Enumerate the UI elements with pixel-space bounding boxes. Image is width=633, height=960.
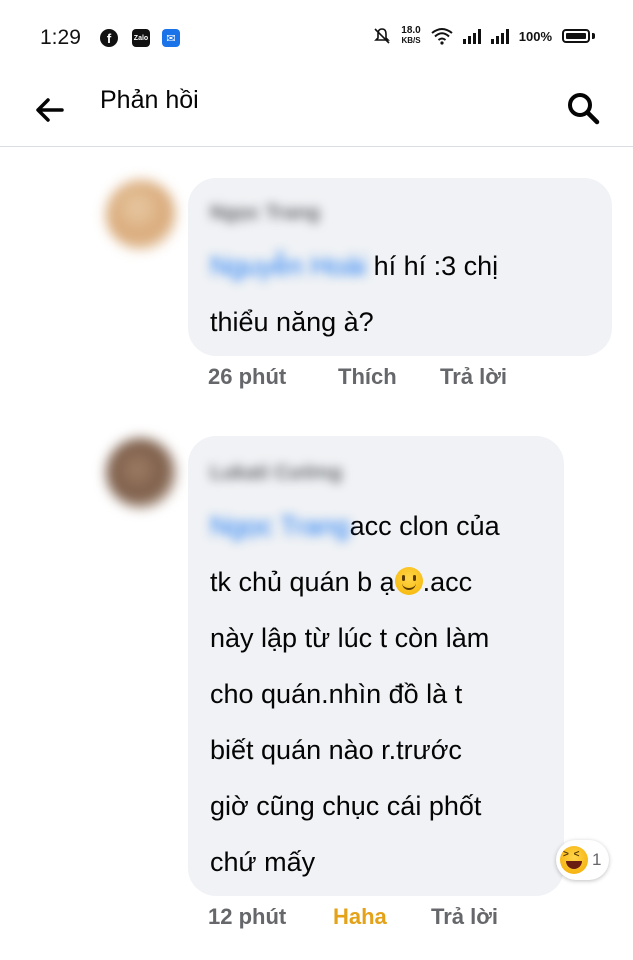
status-bar: 1:29 f Zalo ✉ 18.0 KB/S 100% (0, 0, 633, 78)
avatar[interactable] (106, 180, 176, 250)
comment-line: này lập từ lúc t còn làm (210, 623, 490, 653)
battery-icon (562, 29, 590, 43)
avatar[interactable] (106, 438, 176, 508)
status-icons: 18.0 KB/S 100% (373, 26, 595, 46)
comment-bubble: Ngọc Trang Nguyễn Hoài hí hí :3 chị thiể… (188, 178, 612, 356)
comment-text: Ngọc Trangacc clon của tk chủ quán b ạ .a… (210, 498, 542, 890)
top-app-bar: Phản hồi (0, 78, 633, 147)
mute-bell-icon (374, 28, 391, 44)
comment-line: hí hí :3 chị (373, 251, 499, 281)
battery-percent: 100% (518, 28, 552, 44)
reaction-count: 1 (592, 850, 602, 869)
mention-link[interactable]: Ngọc Trang (210, 511, 350, 541)
comment-line: giờ cũng chục cái phốt (210, 791, 482, 821)
back-arrow-icon[interactable] (34, 94, 66, 126)
comment-line: .acc (422, 567, 473, 597)
zalo-notification-icon: Zalo (132, 29, 150, 47)
comment-line: acc clon của (349, 511, 500, 541)
comment-line: tk chủ quán b ạ (210, 567, 395, 597)
reaction-summary[interactable]: 1 (556, 840, 610, 880)
search-icon[interactable] (565, 90, 601, 126)
comment-line: biết quán nào r.trước (210, 735, 462, 765)
messenger-notification-icon: ✉ (162, 29, 180, 47)
signal-icon-1 (462, 28, 481, 44)
comment-author[interactable]: Ngọc Trang (210, 202, 590, 232)
comment-bubble: Lukati Cường Ngọc Trangacc clon của tk c… (188, 436, 564, 896)
reply-button[interactable]: Trả lời (431, 904, 498, 930)
smile-emoji-icon (394, 567, 423, 595)
comment-line: thiểu năng à? (210, 307, 374, 337)
comment-text: Nguyễn Hoài hí hí :3 chị thiểu năng à? (210, 238, 590, 350)
like-button[interactable]: Thích (338, 364, 440, 390)
comment-line: cho quán.nhìn đồ là t (210, 679, 463, 709)
clock: 1:29 (40, 26, 81, 49)
haha-reaction-button[interactable]: Haha (333, 904, 431, 930)
network-speed: 18.0 KB/S (401, 25, 421, 46)
comment-author[interactable]: Lukati Cường (210, 462, 542, 492)
mention-link[interactable]: Nguyễn Hoài (210, 251, 366, 281)
comment-actions: 26 phút Thích Trả lời (208, 364, 507, 390)
comment-time: 26 phút (208, 364, 287, 389)
facebook-notification-icon: f (100, 29, 118, 47)
signal-icon-2 (490, 28, 509, 44)
comment-time: 12 phút (208, 904, 287, 929)
reply-button[interactable]: Trả lời (440, 364, 507, 390)
comment-actions: 12 phút Haha Trả lời (208, 904, 498, 930)
wifi-icon (431, 28, 453, 45)
page-title: Phản hồi (100, 86, 199, 114)
comment-line: chứ mấy (210, 847, 316, 877)
battery-tip (592, 33, 595, 39)
haha-reaction-icon (560, 846, 588, 874)
